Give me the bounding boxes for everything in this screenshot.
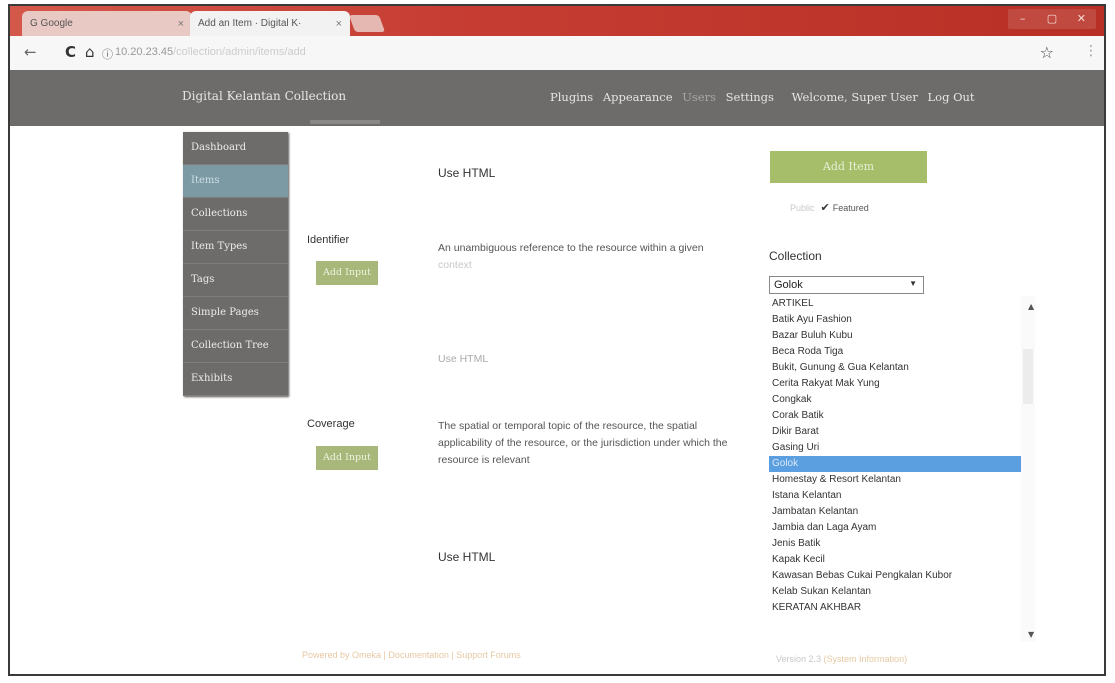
chevron-down-icon: ▼	[909, 279, 917, 288]
identifier-use-html-toggle[interactable]: Use HTML	[438, 353, 488, 365]
address-bar: ← C ⌂ ⓘ 10.20.23.45/collection/admin/ite…	[10, 36, 1104, 71]
close-icon[interactable]: ×	[336, 18, 342, 30]
collection-select-value: Golok	[774, 279, 803, 291]
back-arrow-icon[interactable]: ←	[24, 43, 37, 61]
publish-options: Public ✔ Featured	[790, 201, 869, 214]
close-icon[interactable]: ×	[178, 18, 184, 30]
info-icon[interactable]: ⓘ	[102, 46, 113, 62]
use-html-toggle[interactable]: Use HTML	[438, 166, 495, 180]
dropdown-option[interactable]: Corak Batik	[769, 408, 1021, 424]
dropdown-option[interactable]: Beca Roda Tiga	[769, 344, 1021, 360]
dropdown-option[interactable]: Bukit, Gunung & Gua Kelantan	[769, 360, 1021, 376]
dropdown-option[interactable]: Homestay & Resort Kelantan	[769, 472, 1021, 488]
admin-bar: Digital Kelantan Collection Plugins Appe…	[10, 70, 1104, 126]
coverage-use-html-toggle[interactable]: Use HTML	[438, 550, 495, 564]
reload-icon[interactable]: C	[65, 43, 76, 61]
identifier-description-line: context	[438, 259, 472, 271]
new-tab-button[interactable]	[348, 15, 386, 32]
dropdown-option[interactable]: Jambia dan Laga Ayam	[769, 520, 1021, 536]
coverage-label: Coverage	[307, 418, 355, 430]
public-checkbox-label[interactable]: Public	[790, 203, 815, 213]
dropdown-option[interactable]: Congkak	[769, 392, 1021, 408]
coverage-description-line: resource is relevant	[438, 454, 530, 466]
bookmark-star-icon[interactable]: ☆	[1040, 43, 1054, 62]
dropdown-option[interactable]: Istana Kelantan	[769, 488, 1021, 504]
browser-tab-bar: G Google × Add an Item · Digital K· × – …	[10, 6, 1104, 36]
nav-appearance[interactable]: Appearance	[603, 90, 673, 104]
scroll-down-icon[interactable]: ▼	[1028, 630, 1034, 639]
tab-add-item[interactable]: Add an Item · Digital K· ×	[190, 11, 350, 36]
version-text: Version 2.3	[776, 654, 822, 664]
add-item-button[interactable]: Add Item	[770, 151, 927, 183]
tab-add-item-label: Add an Item · Digital K·	[198, 18, 302, 29]
sidebar-item-collections[interactable]: Collections	[183, 198, 288, 231]
window-controls: – ▢ ✕	[1008, 9, 1096, 29]
dropdown-option[interactable]: Bazar Buluh Kubu	[769, 328, 1021, 344]
dropdown-option-selected[interactable]: Golok	[769, 456, 1021, 472]
minimize-button[interactable]: –	[1008, 9, 1037, 29]
identifier-description-line: An unambiguous reference to the resource…	[438, 242, 704, 254]
screenshot-frame: G Google × Add an Item · Digital K· × – …	[8, 4, 1106, 676]
sidebar-nav: Dashboard Items Collections Item Types T…	[183, 132, 288, 396]
sidebar-item-exhibits[interactable]: Exhibits	[183, 363, 288, 396]
system-info-link[interactable]: (System Information)	[824, 654, 908, 664]
sidebar-item-simple-pages[interactable]: Simple Pages	[183, 297, 288, 330]
sidebar-item-dashboard[interactable]: Dashboard	[183, 132, 288, 165]
nav-plugins[interactable]: Plugins	[550, 90, 593, 104]
menu-dots-icon[interactable]: ⋮	[1084, 43, 1098, 59]
footer-links[interactable]: Powered by Omeka | Documentation | Suppo…	[302, 650, 521, 660]
footer-version: Version 2.3 (System Information)	[776, 654, 907, 664]
featured-checkbox-label[interactable]: Featured	[833, 203, 869, 213]
collection-dropdown-list: ARTIKEL Batik Ayu Fashion Bazar Buluh Ku…	[769, 296, 1021, 642]
welcome-user[interactable]: Welcome, Super User	[792, 90, 918, 104]
url-host: 10.20.23.45	[115, 46, 174, 58]
dropdown-scrollbar[interactable]	[1021, 296, 1035, 642]
site-title[interactable]: Digital Kelantan Collection	[182, 89, 346, 103]
identifier-label: Identifier	[307, 234, 350, 246]
nav-settings[interactable]: Settings	[726, 90, 774, 104]
dropdown-option[interactable]: KERATAN AKHBAR	[769, 600, 1021, 616]
coverage-add-input-button[interactable]: Add Input	[316, 446, 378, 470]
dropdown-option[interactable]: Batik Ayu Fashion	[769, 312, 1021, 328]
dropdown-option[interactable]: Jambatan Kelantan	[769, 504, 1021, 520]
coverage-description: The spatial or temporal topic of the res…	[438, 418, 728, 469]
dropdown-option[interactable]: Gasing Uri	[769, 440, 1021, 456]
identifier-description: An unambiguous reference to the resource…	[438, 240, 704, 274]
collection-label: Collection	[769, 249, 822, 263]
dropdown-option[interactable]: Dikir Barat	[769, 424, 1021, 440]
sidebar-item-item-types[interactable]: Item Types	[183, 231, 288, 264]
sidebar-item-collection-tree[interactable]: Collection Tree	[183, 330, 288, 363]
site-title-underline	[310, 120, 380, 124]
coverage-description-line: applicability of the resource, or the ju…	[438, 437, 728, 449]
checkmark-icon[interactable]: ✔	[821, 202, 830, 214]
dropdown-option[interactable]: Kelab Sukan Kelantan	[769, 584, 1021, 600]
home-icon[interactable]: ⌂	[85, 43, 95, 61]
tab-google[interactable]: G Google ×	[22, 11, 192, 36]
scroll-up-icon[interactable]: ▲	[1028, 302, 1034, 311]
coverage-description-line: The spatial or temporal topic of the res…	[438, 420, 698, 432]
url-path: /collection/admin/items/add	[173, 46, 306, 58]
dropdown-option[interactable]: Kapak Kecil	[769, 552, 1021, 568]
dropdown-option[interactable]: Kawasan Bebas Cukai Pengkalan Kubor	[769, 568, 1021, 584]
nav-logout[interactable]: Log Out	[928, 90, 975, 104]
dropdown-option[interactable]: ARTIKEL	[769, 296, 1021, 312]
identifier-add-input-button[interactable]: Add Input	[316, 261, 378, 285]
collection-select[interactable]: Golok ▼	[769, 276, 924, 294]
dropdown-scrollbar-thumb[interactable]	[1023, 349, 1033, 404]
top-nav: Plugins Appearance Users Settings Welcom…	[550, 90, 981, 104]
sidebar-item-tags[interactable]: Tags	[183, 264, 288, 297]
dropdown-option[interactable]: Jenis Batik	[769, 536, 1021, 552]
nav-users[interactable]: Users	[682, 90, 716, 104]
url-field[interactable]: 10.20.23.45/collection/admin/items/add	[115, 46, 306, 58]
dropdown-option[interactable]: Cerita Rakyat Mak Yung	[769, 376, 1021, 392]
tab-google-label: G Google	[30, 18, 73, 29]
sidebar-item-items[interactable]: Items	[183, 165, 288, 198]
maximize-button[interactable]: ▢	[1037, 9, 1066, 29]
close-window-button[interactable]: ✕	[1067, 9, 1096, 29]
